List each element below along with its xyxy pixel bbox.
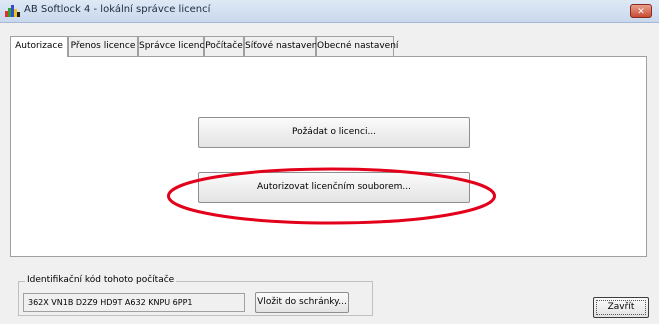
app-logo-icon	[5, 5, 20, 17]
tab-sitove-nastaveni[interactable]: Síťové nastavení	[244, 36, 320, 56]
tab-obecne-nastaveni[interactable]: Obecné nastavení	[316, 36, 398, 56]
copy-to-clipboard-button[interactable]: Vložit do schránky...	[255, 292, 349, 313]
title-bar: AB Softlock 4 - lokální správce licencí …	[0, 0, 659, 23]
computer-id-group: Identifikační kód tohoto počítače 362X V…	[18, 275, 373, 316]
close-button[interactable]: Zavřít	[593, 297, 649, 318]
authorize-by-file-button[interactable]: Autorizovat licenčním souborem...	[198, 172, 470, 203]
computer-id-label: Identifikační kód tohoto počítače	[25, 275, 177, 285]
tab-prenos-licence[interactable]: Přenos licence	[68, 36, 138, 56]
window-title: AB Softlock 4 - lokální správce licencí	[24, 4, 211, 15]
computer-id-field[interactable]: 362X VN1B D2Z9 HD9T A632 KNPU 6PP1	[23, 293, 245, 312]
tab-pocitace[interactable]: Počítače	[204, 36, 244, 56]
close-icon[interactable]: ✕	[630, 4, 652, 18]
request-license-button[interactable]: Požádat o licenci...	[198, 117, 470, 148]
tab-autorizace[interactable]: Autorizace	[10, 36, 68, 57]
authorization-panel	[10, 56, 647, 257]
tab-spravce-licenci[interactable]: Správce licencí	[138, 36, 207, 56]
